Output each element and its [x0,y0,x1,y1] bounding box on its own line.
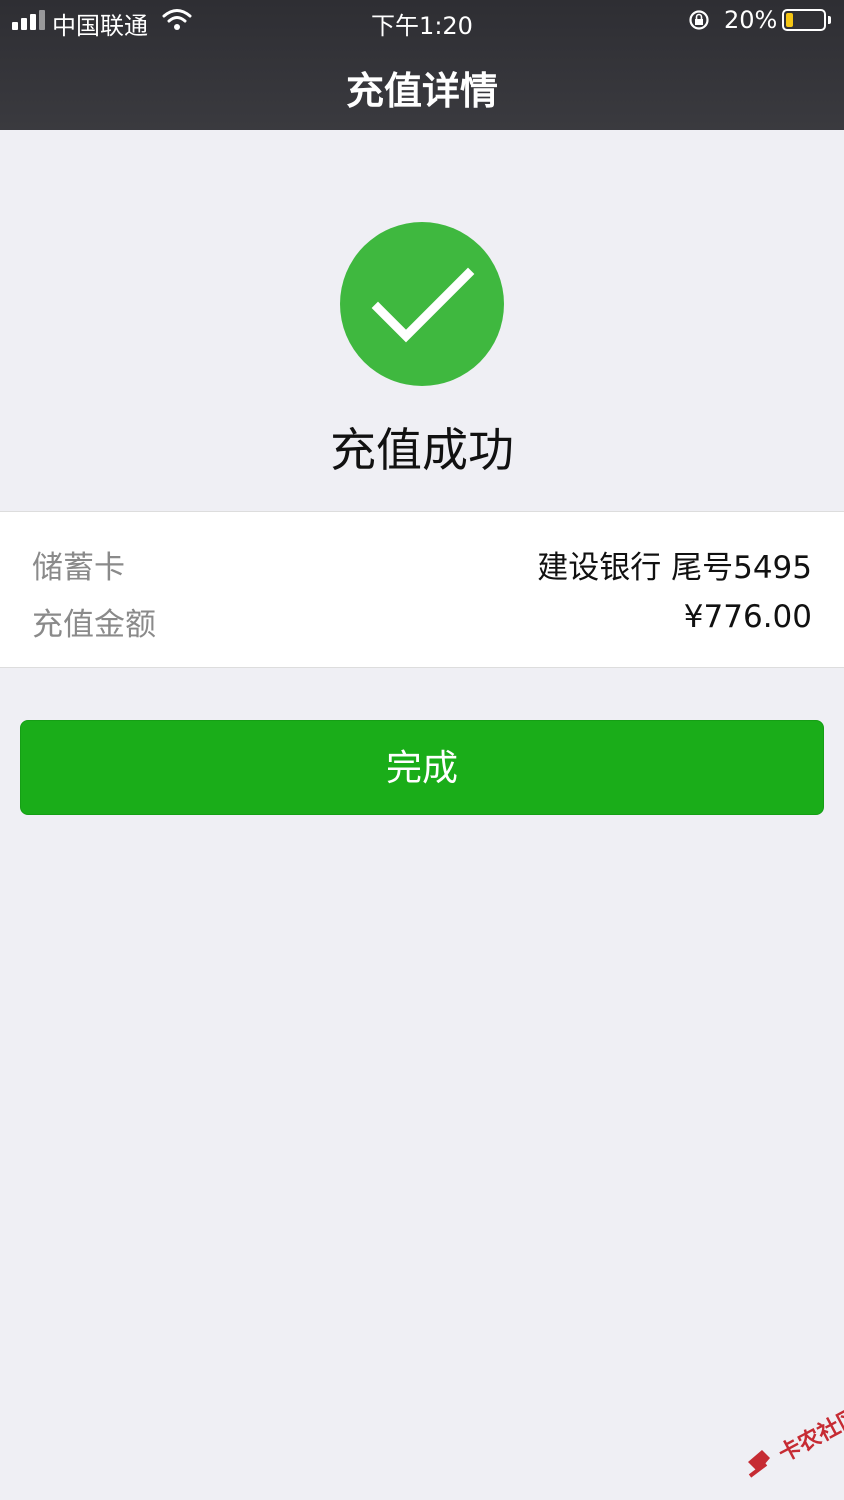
status-time: 下午1:20 [371,12,473,40]
success-message: 充值成功 [330,423,514,477]
amount-value: ¥776.00 [683,599,812,635]
card-label: 储蓄卡 [32,550,125,586]
top-bar: 中国联通 下午1:20 20% 充值详情 [0,0,844,130]
done-button[interactable]: 完成 [20,720,824,815]
details-card: 储蓄卡 建设银行 尾号5495 充值金额 ¥776.00 [0,511,844,668]
battery-percent: 20% [724,6,778,34]
amount-row: 充值金额 ¥776.00 [32,599,812,649]
amount-label: 充值金额 [32,607,156,643]
battery-icon [782,9,826,31]
checkmark-circle-icon [340,222,504,386]
rotation-lock-icon [689,10,709,30]
battery-tip [828,16,831,24]
status-bar: 中国联通 下午1:20 20% [0,0,844,42]
card-value: 建设银行 尾号5495 [537,550,812,586]
card-row: 储蓄卡 建设银行 尾号5495 [32,542,812,592]
page-title: 充值详情 [345,69,498,113]
